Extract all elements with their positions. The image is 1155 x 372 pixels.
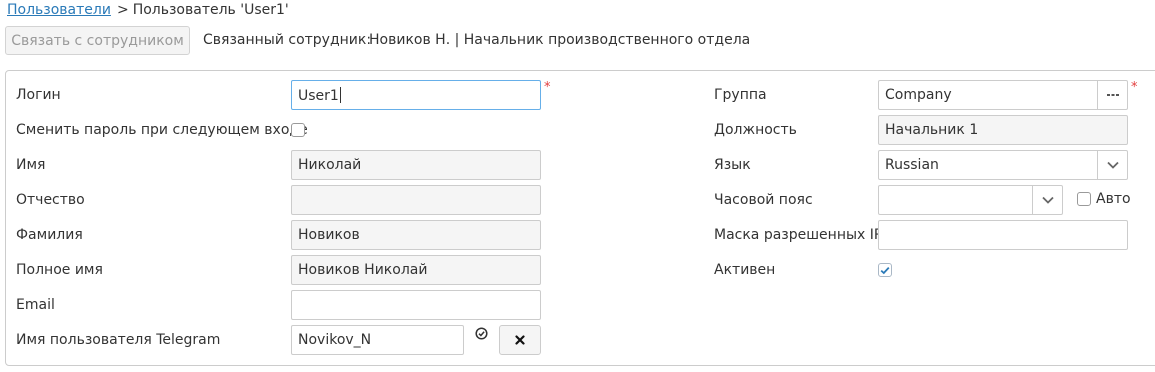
- language-select[interactable]: Russian: [878, 150, 1128, 180]
- group-value: Company: [885, 87, 952, 103]
- check-icon: [880, 266, 890, 274]
- middle-name-label: Отчество: [16, 192, 85, 208]
- group-label: Группа: [714, 87, 767, 103]
- active-label: Активен: [714, 262, 776, 278]
- position-input[interactable]: Начальник 1: [878, 115, 1128, 145]
- breadcrumb-separator: >: [116, 2, 129, 18]
- middle-name-input[interactable]: [291, 185, 541, 215]
- chevron-down-icon: [1041, 196, 1054, 204]
- ip-mask-label: Маска разрешенных IP: [714, 227, 883, 243]
- group-input[interactable]: Company: [878, 80, 1128, 110]
- login-label: Логин: [16, 87, 61, 103]
- last-name-input[interactable]: Новиков: [291, 220, 541, 250]
- language-dropdown-toggle[interactable]: [1097, 151, 1127, 179]
- linked-employee-value: Новиков Н. | Начальник производственного…: [369, 32, 751, 48]
- language-value: Russian: [885, 157, 939, 173]
- breadcrumb-users-link[interactable]: Пользователи: [7, 2, 111, 18]
- full-name-input[interactable]: Новиков Николай: [291, 255, 541, 285]
- timezone-auto-checkbox[interactable]: [1077, 192, 1091, 206]
- telegram-input[interactable]: Novikov_N: [291, 325, 464, 355]
- telegram-label: Имя пользователя Telegram: [16, 332, 221, 348]
- change-password-checkbox[interactable]: [291, 123, 305, 137]
- first-name-label: Имя: [16, 157, 46, 173]
- breadcrumb-current: Пользователь 'User1': [132, 2, 289, 18]
- group-picker-button[interactable]: [1097, 81, 1127, 109]
- email-label: Email: [16, 297, 55, 313]
- active-checkbox[interactable]: [878, 263, 892, 277]
- first-name-input[interactable]: Николай: [291, 150, 541, 180]
- group-required-marker: *: [1131, 80, 1138, 95]
- ip-mask-input[interactable]: [878, 220, 1128, 250]
- login-required-marker: *: [544, 80, 551, 95]
- language-label: Язык: [714, 157, 751, 173]
- login-value: User1: [298, 88, 339, 104]
- position-label: Должность: [714, 122, 797, 138]
- chevron-down-icon: [1106, 161, 1119, 169]
- check-circle-icon: [475, 327, 488, 344]
- full-name-label: Полное имя: [16, 262, 103, 278]
- timezone-label: Часовой пояс: [714, 192, 813, 208]
- timezone-dropdown-toggle[interactable]: [1032, 186, 1062, 214]
- timezone-auto-label: Авто: [1096, 191, 1131, 207]
- change-password-label: Сменить пароль при следующем входе: [16, 122, 308, 138]
- timezone-select[interactable]: [878, 185, 1063, 215]
- telegram-clear-button[interactable]: [499, 325, 541, 355]
- last-name-label: Фамилия: [16, 227, 83, 243]
- linked-employee-label: Связанный сотрудник:: [203, 32, 372, 48]
- ellipsis-icon: [1106, 94, 1119, 96]
- breadcrumb: Пользователи > Пользователь 'User1': [7, 2, 289, 18]
- email-input[interactable]: [291, 290, 541, 320]
- close-icon: [515, 335, 525, 345]
- link-employee-button[interactable]: Связать с сотрудником: [5, 26, 190, 55]
- login-input[interactable]: User1: [291, 80, 541, 110]
- text-caret: [339, 87, 341, 103]
